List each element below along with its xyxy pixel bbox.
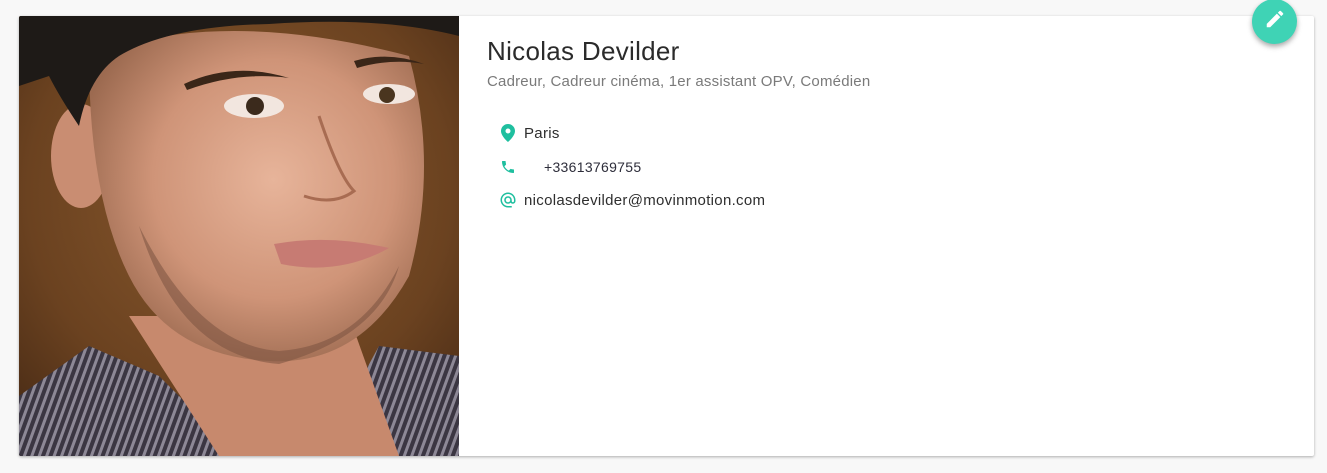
contact-email: nicolasdevilder@movinmotion.com	[499, 189, 765, 211]
phone-text: +33613769755	[544, 159, 642, 175]
location-pin-icon	[499, 124, 517, 142]
profile-roles: Cadreur, Cadreur cinéma, 1er assistant O…	[487, 73, 871, 90]
profile-card: Nicolas Devilder Cadreur, Cadreur cinéma…	[19, 16, 1314, 456]
phone-icon	[499, 158, 517, 176]
profile-info: Nicolas Devilder Cadreur, Cadreur cinéma…	[487, 16, 1314, 456]
contact-phone: +33613769755	[499, 156, 641, 178]
profile-name: Nicolas Devilder	[487, 36, 680, 66]
at-sign-icon	[499, 191, 517, 209]
contact-location: Paris	[499, 122, 560, 144]
profile-photo	[19, 16, 459, 456]
pencil-icon	[1264, 8, 1286, 35]
email-text[interactable]: nicolasdevilder@movinmotion.com	[524, 192, 765, 209]
location-text: Paris	[524, 124, 560, 142]
edit-profile-button[interactable]	[1252, 0, 1297, 44]
